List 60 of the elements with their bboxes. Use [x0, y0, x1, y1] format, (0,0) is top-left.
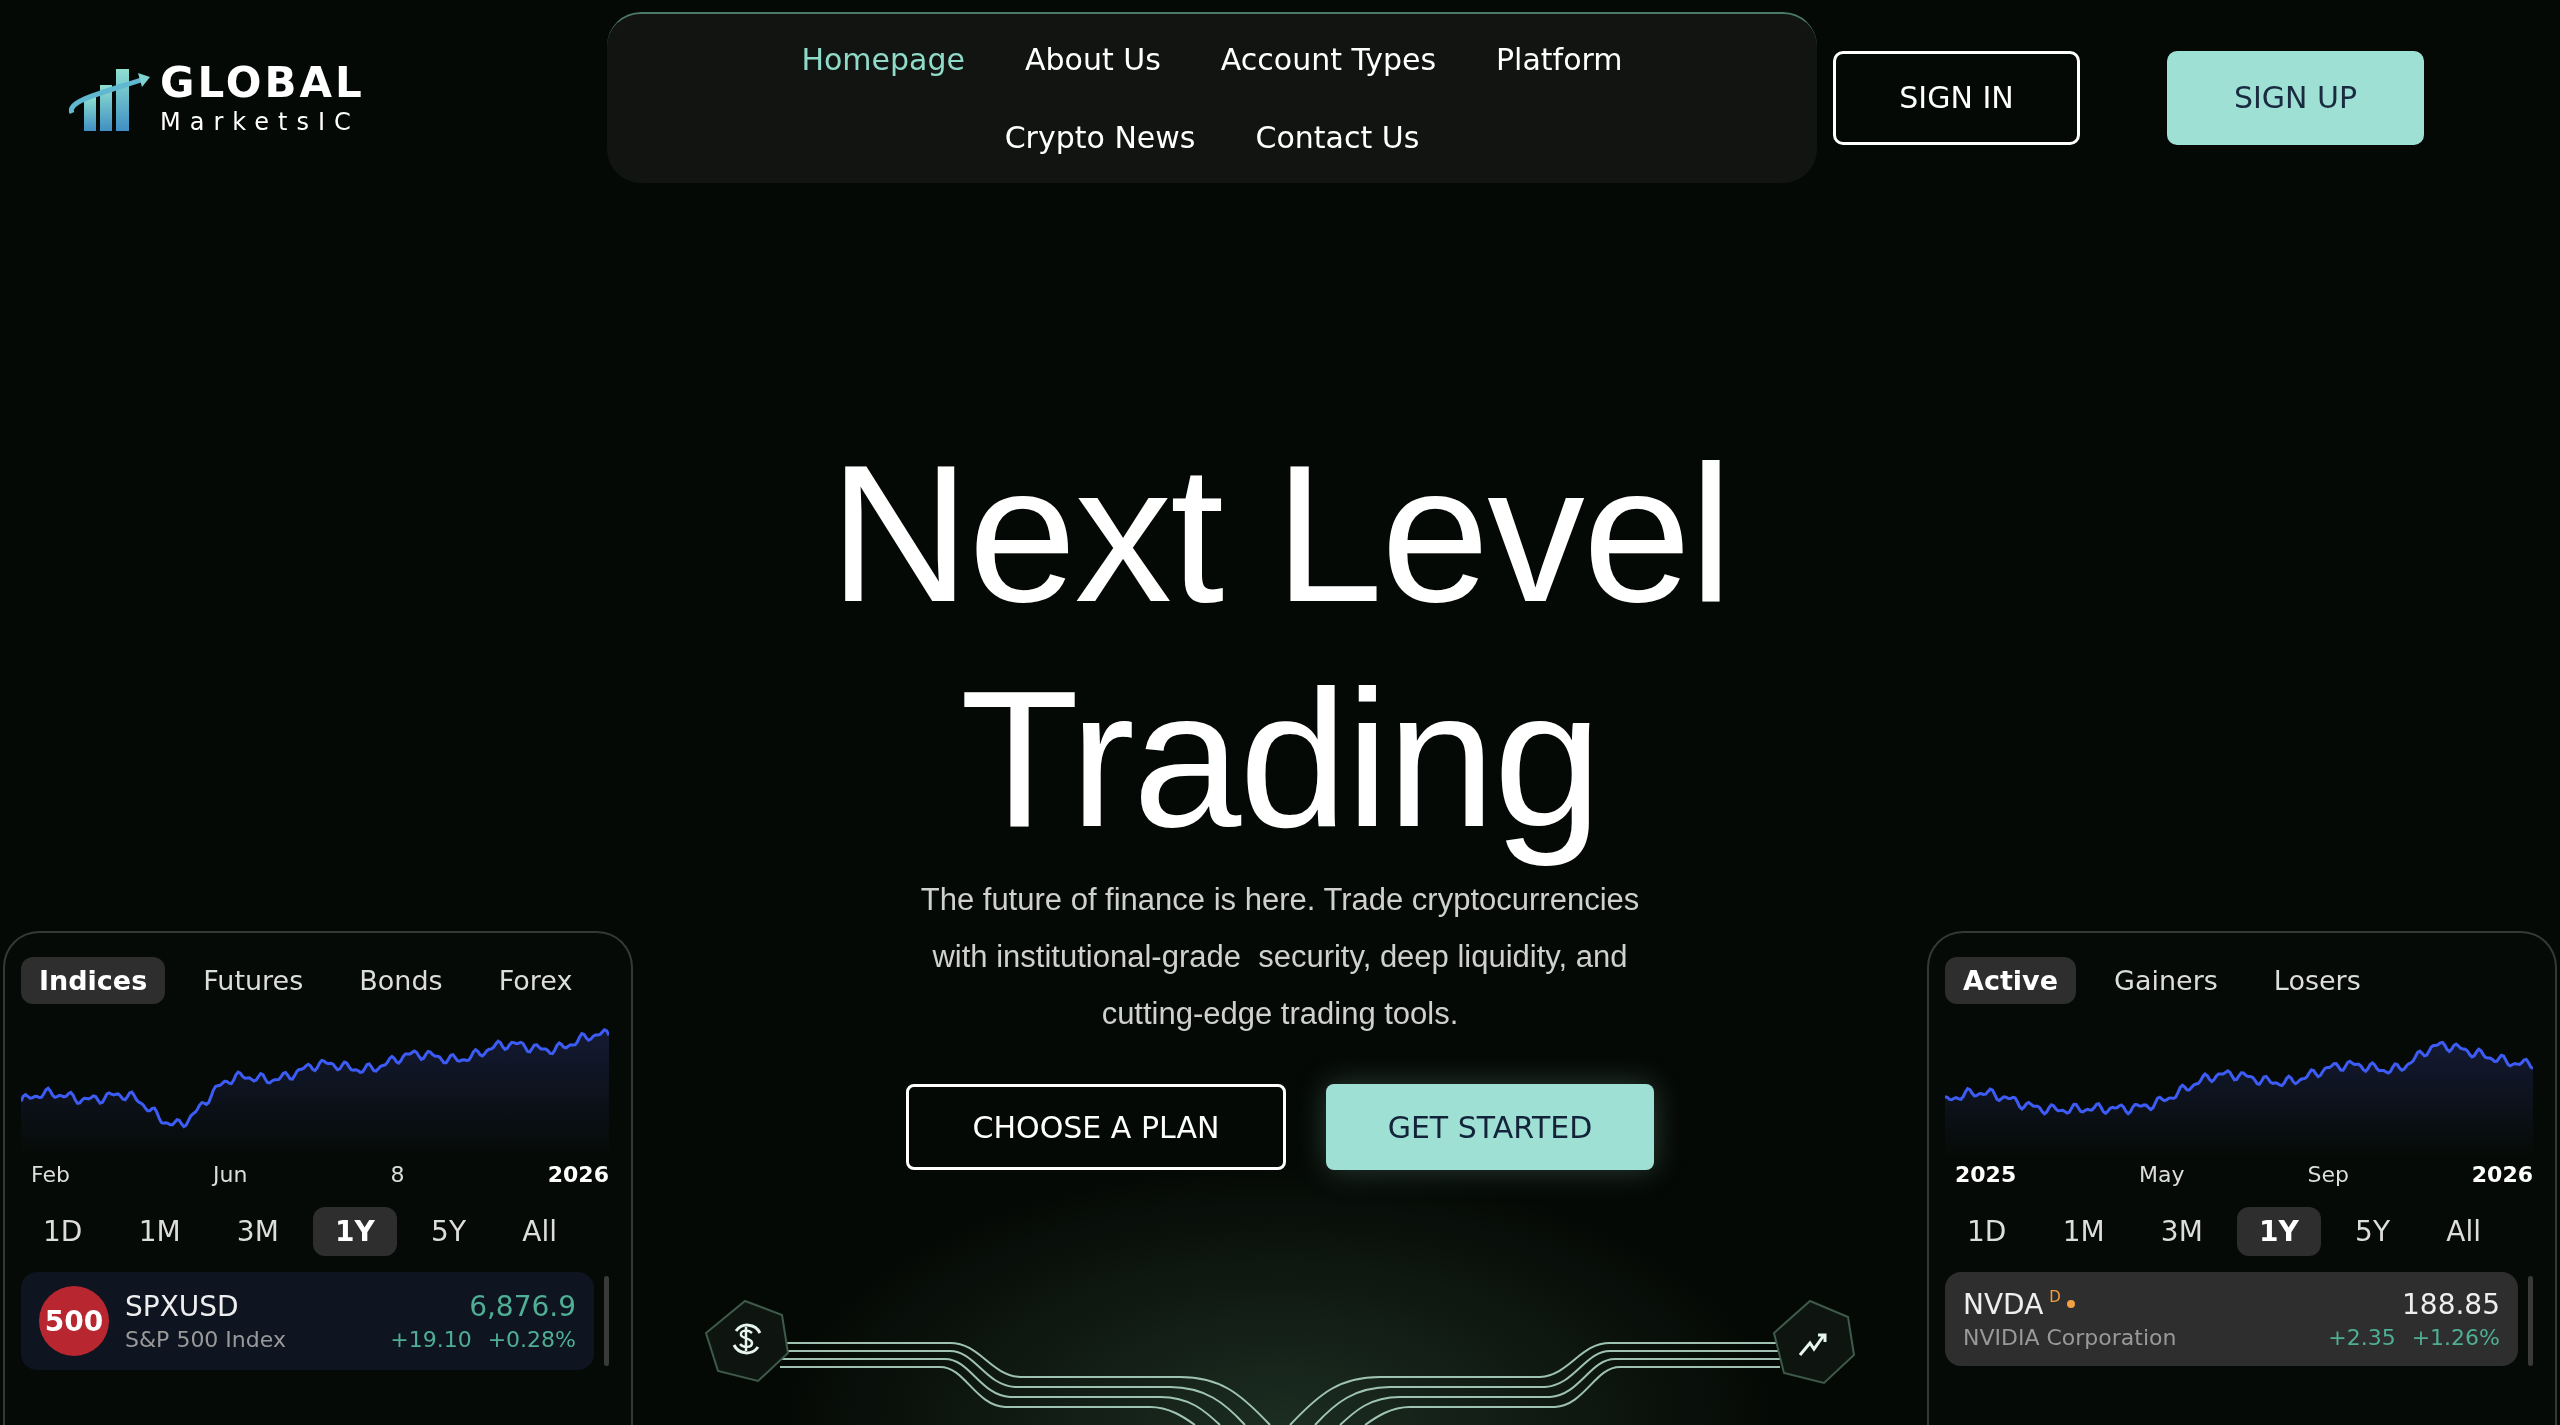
range-tab[interactable]: 1M — [116, 1207, 203, 1256]
market-tab[interactable]: Forex — [480, 957, 591, 1004]
market-tab[interactable]: Active — [1945, 957, 2076, 1004]
market-tab[interactable]: Bonds — [341, 957, 461, 1004]
axis-label: 8 — [390, 1162, 405, 1187]
quote-change: +2.35 — [2328, 1325, 2396, 1350]
hero-title: Trading — [960, 648, 1600, 869]
hero-subtitle: The future of finance is here. Trade cryptocurrencies with institutional-grade security, deep liquidity, and cutting-edge trading tools. — [920, 881, 1640, 1033]
axis-label: Jun — [213, 1162, 248, 1187]
hero-title: Next Level — [829, 423, 1731, 644]
nav-link[interactable]: Platform — [1496, 38, 1623, 81]
range-tab[interactable]: 5Y — [2333, 1207, 2413, 1256]
market-tab[interactable]: Indices — [21, 957, 166, 1004]
sign-up-button[interactable]: SIGN UP — [2167, 50, 2424, 145]
range-tab[interactable]: 5Y — [409, 1207, 489, 1256]
quote-change-percent: +0.28% — [487, 1327, 576, 1352]
scrollbar[interactable] — [604, 1276, 609, 1366]
trend-arrow-icon — [1772, 1299, 1856, 1385]
range-tab[interactable]: All — [500, 1207, 579, 1256]
market-tab[interactable]: Losers — [2255, 957, 2379, 1004]
logo-title: GLOBAL — [160, 61, 365, 104]
axis-label: 2026 — [2471, 1162, 2533, 1187]
nav-link[interactable]: Crypto News — [1004, 116, 1196, 159]
quote-name: S&P 500 Index — [125, 1327, 287, 1352]
nav-link[interactable]: Contact Us — [1255, 116, 1420, 159]
dollar-exchange-icon — [704, 1299, 790, 1383]
index-badge: 500 — [39, 1286, 109, 1356]
quote-price: 188.85 — [2402, 1288, 2500, 1321]
get-started-button[interactable]: GET STARTED — [1326, 1084, 1654, 1170]
quote-card[interactable]: NVDA D NVIDIA Corporation 188.85 +2.35 +1.26% — [1945, 1272, 2518, 1366]
range-tab[interactable]: 1Y — [2237, 1207, 2321, 1256]
quote-name: NVIDIA Corporation — [1963, 1325, 2178, 1350]
nav-link[interactable]: Homepage — [801, 38, 965, 81]
range-tab[interactable]: 3M — [214, 1207, 301, 1256]
quote-symbol: NVDA — [1963, 1288, 2044, 1321]
quote-change-percent: +1.26% — [2411, 1325, 2500, 1350]
axis-label: Sep — [2307, 1162, 2349, 1187]
quote-change: +19.10 — [390, 1327, 472, 1352]
choose-plan-button[interactable]: CHOOSE A PLAN — [906, 1084, 1286, 1170]
scrollbar[interactable] — [2528, 1276, 2533, 1366]
quote-price: 6,876.9 — [469, 1290, 576, 1323]
quote-symbol: SPXUSD — [125, 1290, 239, 1323]
market-tab[interactable]: Futures — [185, 957, 322, 1004]
flag-label: D — [2049, 1288, 2061, 1306]
nav-link[interactable]: About Us — [1025, 38, 1161, 81]
logo-subtitle: MarketsIC — [160, 109, 361, 134]
range-tab[interactable]: 1D — [21, 1207, 105, 1256]
status-dot-icon — [2066, 1300, 2075, 1308]
nav-link[interactable]: Account Types — [1220, 38, 1436, 81]
sign-in-button[interactable]: SIGN IN — [1833, 50, 2080, 145]
range-tab[interactable]: All — [2424, 1207, 2503, 1256]
market-tab[interactable]: Gainers — [2096, 957, 2236, 1004]
axis-label: May — [2139, 1162, 2185, 1187]
range-tab[interactable]: 1D — [1945, 1207, 2029, 1256]
axis-label: 2026 — [547, 1162, 609, 1187]
range-tab[interactable]: 1M — [2040, 1207, 2127, 1256]
axis-label: Feb — [31, 1162, 70, 1187]
axis-label: 2025 — [1955, 1162, 2017, 1187]
range-tab[interactable]: 3M — [2138, 1207, 2225, 1256]
range-tab[interactable]: 1Y — [313, 1207, 397, 1256]
